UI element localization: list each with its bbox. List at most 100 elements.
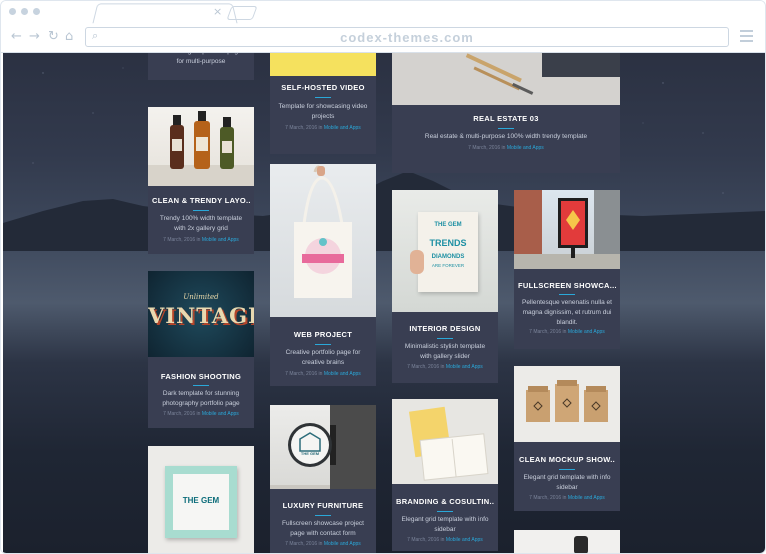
- address-url[interactable]: codex-themes.com: [86, 30, 728, 45]
- card-category-link[interactable]: Mobile and Apps: [324, 371, 361, 377]
- home-icon[interactable]: ⌂: [65, 29, 73, 44]
- portfolio-card-web-project[interactable]: WEB PROJECT Creative portfolio page for …: [270, 164, 376, 386]
- card-date: 7 March, 2016: [163, 411, 196, 417]
- book-line-2: DIAMONDS: [431, 254, 465, 260]
- picture-frame: THE GEM: [165, 466, 237, 538]
- portfolio-card-luxury-furniture[interactable]: THE GEM LUXURY FURNITURE Fullscreen show…: [270, 405, 376, 553]
- card-thumbnail[interactable]: [514, 366, 620, 442]
- card-thumbnail[interactable]: THE GEM TRENDS DIAMONDS ARE FOREVER: [392, 190, 498, 312]
- card-meta: 7 March, 2016 in Mobile and Apps: [514, 329, 620, 335]
- card-date: 7 March, 2016: [163, 237, 196, 243]
- window-maximize-dot[interactable]: [33, 8, 40, 15]
- card-title[interactable]: BRANDING & COSULTIN..: [396, 497, 494, 506]
- street-billboard-image: [514, 190, 620, 269]
- card-title[interactable]: CLEAN & TRENDY LAYO..: [152, 196, 250, 205]
- card-description: Dark template for stunning photography p…: [162, 390, 240, 407]
- card-thumbnail[interactable]: [392, 53, 620, 105]
- card-title[interactable]: REAL ESTATE 03: [396, 114, 616, 123]
- card-thumbnail[interactable]: THE GEM: [270, 405, 376, 489]
- card-accent-line: [437, 338, 453, 339]
- card-date: 7 March, 2016: [407, 364, 440, 370]
- tab-close-icon[interactable]: ×: [213, 5, 222, 18]
- card-thumbnail[interactable]: [148, 107, 254, 186]
- card-thumbnail[interactable]: Unlimited VINTAGE: [148, 271, 254, 357]
- portfolio-card-bottom-right[interactable]: [514, 530, 620, 553]
- card-description: Elegant grid template with info sidebar: [523, 474, 611, 491]
- card-accent-line: [559, 469, 575, 470]
- card-description: Trendy 100% width template with 2x galle…: [159, 215, 243, 232]
- book-title-text: TRENDS: [429, 238, 467, 248]
- back-arrow-icon[interactable]: ←: [11, 29, 22, 44]
- card-title[interactable]: FULLSCREEN SHOWCA...: [518, 281, 616, 290]
- book-line-3: ARE FOREVER: [431, 263, 465, 268]
- card-title[interactable]: LUXURY FURNITURE: [274, 501, 372, 510]
- card-thumbnail[interactable]: [270, 164, 376, 317]
- card-accent-line: [559, 294, 575, 295]
- bottles-image: [148, 111, 254, 186]
- portfolio-card-interior-design[interactable]: THE GEM TRENDS DIAMONDS ARE FOREVER INTE…: [392, 190, 498, 383]
- card-meta: 7 March, 2016 in Mobile and Apps: [270, 125, 376, 131]
- vintage-big-text: VINTAGE: [148, 303, 254, 328]
- sign-brand-text: THE GEM: [300, 451, 320, 456]
- card-title[interactable]: FASHION SHOOTING: [152, 372, 250, 381]
- portfolio-card-branding[interactable]: BRANDING & COSULTIN.. Elegant grid templ…: [392, 399, 498, 551]
- card-accent-line: [193, 385, 209, 386]
- card-description: Pellentesque venenatis nulla et magna di…: [522, 299, 612, 326]
- card-category-link[interactable]: Mobile and Apps: [202, 411, 239, 417]
- card-in-word: in: [318, 125, 323, 131]
- card-thumbnail[interactable]: THE GEM: [148, 446, 254, 553]
- window-minimize-dot[interactable]: [21, 8, 28, 15]
- card-thumbnail[interactable]: [514, 190, 620, 269]
- card-category-link[interactable]: Mobile and Apps: [568, 329, 605, 335]
- card-meta: 7 March, 2016 in Mobile and Apps: [270, 541, 376, 547]
- card-description: Fullscreen showcase project page with co…: [281, 520, 364, 537]
- card-description: Template for showcasing video projects: [278, 103, 368, 120]
- portfolio-card-self-hosted[interactable]: SELF-HOSTED VIDEO Template for showcasin…: [270, 53, 376, 154]
- card-description: Elegant grid template with info sidebar: [401, 516, 489, 533]
- card-category-link[interactable]: Mobile and Apps: [507, 145, 544, 151]
- address-bar[interactable]: ⌕ codex-themes.com: [85, 27, 729, 47]
- reload-icon[interactable]: ↻: [48, 29, 59, 44]
- portfolio-card-top-left[interactable]: Clean elegant portfolio page for multi-p…: [148, 53, 254, 80]
- card-meta: 7 March, 2016 in Mobile and Apps: [392, 537, 498, 543]
- card-title[interactable]: CLEAN MOCKUP SHOW..: [518, 455, 616, 464]
- card-in-word: in: [501, 145, 506, 151]
- card-title[interactable]: SELF-HOSTED VIDEO: [274, 83, 372, 92]
- card-date: 7 March, 2016: [285, 541, 318, 547]
- portfolio-card-frame[interactable]: THE GEM: [148, 446, 254, 553]
- portfolio-card-real-estate[interactable]: REAL ESTATE 03 Real estate & multi-purpo…: [392, 53, 620, 173]
- card-title[interactable]: WEB PROJECT: [274, 330, 372, 339]
- card-category-link[interactable]: Mobile and Apps: [324, 125, 361, 131]
- window-close-dot[interactable]: [9, 8, 16, 15]
- card-date: 7 March, 2016: [529, 495, 562, 501]
- card-in-word: in: [318, 371, 323, 377]
- mountain-silhouette: [3, 171, 765, 251]
- card-description: Clean elegant portfolio page for multi-p…: [160, 53, 241, 65]
- book-cover: THE GEM TRENDS DIAMONDS ARE FOREVER: [418, 212, 478, 292]
- card-category-link[interactable]: Mobile and Apps: [446, 537, 483, 543]
- hamburger-menu-icon[interactable]: [740, 30, 753, 42]
- forward-arrow-icon[interactable]: →: [29, 29, 40, 44]
- card-category-link[interactable]: Mobile and Apps: [446, 364, 483, 370]
- portfolio-card-fullscreen-showcase[interactable]: FULLSCREEN SHOWCA... Pellentesque venena…: [514, 190, 620, 349]
- card-category-link[interactable]: Mobile and Apps: [202, 237, 239, 243]
- tote-bag-image: [294, 165, 352, 298]
- new-tab-button[interactable]: [226, 6, 258, 20]
- card-meta: 7 March, 2016 in Mobile and Apps: [270, 371, 376, 377]
- card-thumbnail[interactable]: [392, 399, 498, 484]
- portfolio-card-fashion-shooting[interactable]: Unlimited VINTAGE FASHION SHOOTING Dark …: [148, 271, 254, 428]
- portfolio-card-clean-mockup[interactable]: CLEAN MOCKUP SHOW.. Elegant grid templat…: [514, 366, 620, 511]
- card-description: Creative portfolio page for creative bra…: [285, 349, 361, 366]
- portfolio-card-clean-trendy[interactable]: CLEAN & TRENDY LAYO.. Trendy 100% width …: [148, 107, 254, 254]
- card-in-word: in: [440, 537, 445, 543]
- card-accent-line: [315, 515, 331, 516]
- card-title[interactable]: INTERIOR DESIGN: [396, 324, 494, 333]
- card-thumbnail[interactable]: [270, 53, 376, 76]
- browser-window: × ← → ↻ ⌂ ⌕ codex-themes.com Clean elega…: [0, 0, 766, 554]
- window-controls: [9, 8, 40, 15]
- page-viewport: Clean elegant portfolio page for multi-p…: [3, 53, 765, 553]
- card-category-link[interactable]: Mobile and Apps: [324, 541, 361, 547]
- hanging-sign-image: [270, 405, 376, 489]
- card-category-link[interactable]: Mobile and Apps: [568, 495, 605, 501]
- card-meta: 7 March, 2016 in Mobile and Apps: [392, 364, 498, 370]
